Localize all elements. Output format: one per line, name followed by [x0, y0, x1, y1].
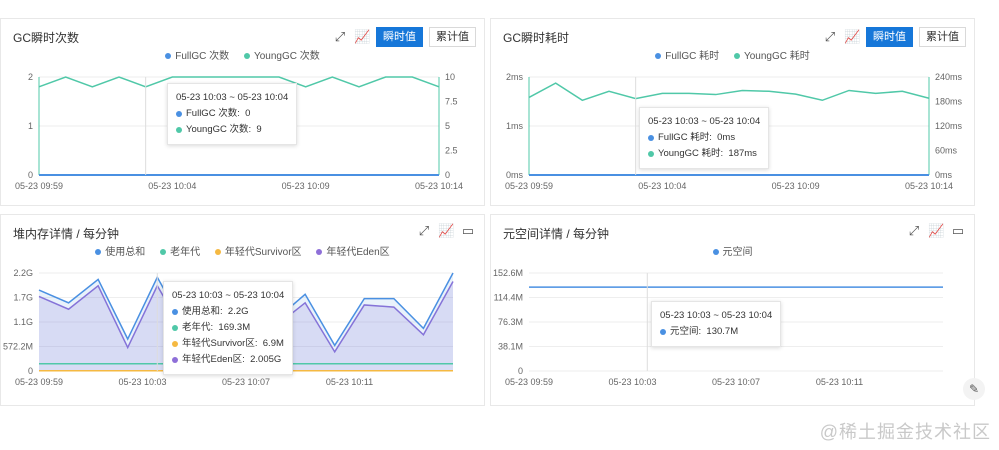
tooltip-row: FullGC 次数: 0 [176, 106, 288, 122]
chart-tooltip: 05-23 10:03 ~ 05-23 10:04 FullGC 次数: 0 Y… [167, 83, 298, 145]
y-right-tick-label: 0 [445, 170, 450, 180]
x-tick-label: 05-23 10:07 [712, 377, 760, 387]
tooltip-label: 年轻代Survivor区: [182, 338, 258, 349]
y-tick-label: 2ms [506, 72, 524, 82]
y-right-tick-label: 240ms [935, 72, 963, 82]
tooltip-range: 05-23 10:03 ~ 05-23 10:04 [176, 92, 289, 103]
tooltip-range: 05-23 10:03 ~ 05-23 10:04 [648, 116, 761, 127]
x-tick-label: 05-23 10:11 [816, 377, 863, 387]
y-tick-label: 38.1M [498, 342, 523, 352]
gc-time-panel: GC瞬时耗时 ⤢ 📈 瞬时值 累计值 FullGC 耗时 YoungGC 耗时 … [490, 18, 975, 206]
tooltip-row: FullGC 耗时: 0ms [648, 130, 760, 146]
y-tick-label: 114.4M [494, 293, 523, 303]
tooltip-value: 6.9M [262, 338, 284, 349]
x-tick-label: 05-23 10:04 [148, 181, 196, 191]
y-right-tick-label: 180ms [935, 97, 963, 107]
x-tick-label: 05-23 10:14 [905, 181, 953, 191]
tooltip-label: FullGC 次数: [186, 108, 240, 119]
x-tick-label: 05-23 09:59 [15, 377, 63, 387]
tooltip-row: YoungGC 次数: 9 [176, 122, 288, 138]
y-tick-label: 1ms [506, 121, 524, 131]
x-tick-label: 05-23 09:59 [15, 181, 63, 191]
tooltip-value: 169.3M [218, 322, 251, 333]
tooltip-row: 老年代: 169.3M [172, 320, 284, 336]
tooltip-label: 老年代: [182, 322, 214, 333]
y-tick-label: 1 [28, 121, 33, 131]
x-tick-label: 05-23 10:07 [222, 377, 270, 387]
tooltip-range: 05-23 10:03 ~ 05-23 10:04 [172, 290, 285, 301]
y-tick-label: 0 [518, 366, 523, 376]
x-tick-label: 05-23 09:59 [505, 181, 553, 191]
tooltip-label: 使用总和: [182, 306, 223, 317]
y-tick-label: 2 [28, 72, 33, 82]
y-right-tick-label: 60ms [935, 146, 958, 156]
tooltip-row: YoungGC 耗时: 187ms [648, 146, 760, 162]
tooltip-row: 年轻代Survivor区: 6.9M [172, 336, 284, 352]
tooltip-value: 2.2G [227, 306, 249, 317]
y-right-tick-label: 2.5 [445, 146, 458, 156]
tooltip-label: YoungGC 耗时: [658, 148, 724, 159]
tooltip-value: 0ms [717, 132, 736, 143]
edit-icon[interactable]: ✎ [963, 378, 985, 400]
tooltip-value: 130.7M [706, 326, 739, 337]
tooltip-label: 年轻代Eden区: [182, 354, 245, 365]
y-right-tick-label: 10 [445, 72, 455, 82]
y-right-tick-label: 7.5 [445, 97, 458, 107]
x-tick-label: 05-23 10:14 [415, 181, 463, 191]
series-line [528, 82, 930, 102]
tooltip-range: 05-23 10:03 ~ 05-23 10:04 [660, 310, 773, 321]
chart-tooltip: 05-23 10:03 ~ 05-23 10:04 使用总和: 2.2G 老年代… [163, 281, 294, 375]
y-right-tick-label: 0ms [935, 170, 953, 180]
tooltip-row: 使用总和: 2.2G [172, 304, 284, 320]
tooltip-value: 187ms [728, 148, 757, 159]
y-right-tick-label: 5 [445, 121, 450, 131]
y-right-tick-label: 120ms [935, 121, 963, 131]
tooltip-value: 9 [256, 124, 262, 135]
x-tick-label: 05-23 09:59 [505, 377, 553, 387]
y-tick-label: 2.2G [13, 268, 33, 278]
tooltip-label: FullGC 耗时: [658, 132, 712, 143]
tooltip-label: YoungGC 次数: [186, 124, 252, 135]
tooltip-value: 2.005G [250, 354, 282, 365]
tooltip-row: 年轻代Eden区: 2.005G [172, 352, 284, 368]
y-tick-label: 0 [28, 170, 33, 180]
x-tick-label: 05-23 10:09 [772, 181, 820, 191]
x-tick-label: 05-23 10:03 [118, 377, 166, 387]
y-tick-label: 1.1G [13, 317, 33, 327]
brand-watermark: @稀土掘金技术社区 [819, 422, 991, 442]
chart-tooltip: 05-23 10:03 ~ 05-23 10:04 FullGC 耗时: 0ms… [639, 107, 770, 169]
x-tick-label: 05-23 10:04 [638, 181, 686, 191]
tooltip-label: 元空间: [670, 326, 702, 337]
y-tick-label: 1.7G [13, 293, 33, 303]
y-tick-label: 572.2M [3, 342, 33, 352]
tooltip-row: 元空间: 130.7M [660, 324, 772, 340]
gc-count-panel: GC瞬时次数 ⤢ 📈 瞬时值 累计值 FullGC 次数 YoungGC 次数 … [0, 18, 485, 206]
x-tick-label: 05-23 10:03 [608, 377, 656, 387]
y-tick-label: 76.3M [498, 317, 523, 327]
metaspace-panel: 元空间详情 / 每分钟 ⤢ 📈 ▭ 元空间 0 38.1M 76.3M 114.4M 1… [490, 214, 975, 406]
heap-panel: 堆内存详情 / 每分钟 ⤢ 📈 ▭ 使用总和 老年代 年轻代Survivor区 … [0, 214, 485, 406]
tooltip-value: 0 [245, 108, 251, 119]
y-tick-label: 152.6M [493, 268, 523, 278]
y-tick-label: 0 [28, 366, 33, 376]
x-tick-label: 05-23 10:09 [282, 181, 330, 191]
x-tick-label: 05-23 10:11 [326, 377, 373, 387]
chart-tooltip: 05-23 10:03 ~ 05-23 10:04 元空间: 130.7M [651, 301, 782, 347]
y-tick-label: 0ms [506, 170, 524, 180]
